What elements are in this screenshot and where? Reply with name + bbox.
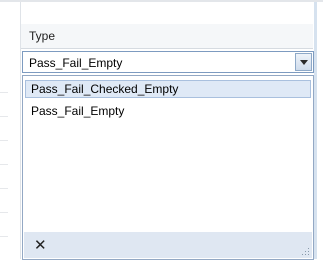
- resize-grip-icon[interactable]: [302, 248, 309, 255]
- dropdown-toggle-button[interactable]: [295, 53, 312, 71]
- combobox-value: Pass_Fail_Empty: [29, 56, 123, 70]
- dropdown-footer: ✕: [24, 232, 312, 258]
- dropdown-option[interactable]: Pass_Fail_Empty: [25, 102, 311, 120]
- column-header-type[interactable]: Type: [21, 24, 313, 49]
- chevron-down-icon: [300, 60, 308, 65]
- close-icon[interactable]: ✕: [34, 236, 47, 254]
- option-label: Pass_Fail_Empty: [31, 104, 125, 118]
- grid-top-border: [0, 0, 323, 2]
- option-label: Pass_Fail_Checked_Empty: [31, 82, 179, 96]
- dropdown-list: Pass_Fail_Checked_Empty Pass_Fail_Empty …: [22, 75, 314, 260]
- vertical-scrollbar[interactable]: [314, 2, 317, 259]
- dropdown-option[interactable]: Pass_Fail_Checked_Empty: [25, 80, 311, 98]
- type-combobox[interactable]: Pass_Fail_Empty: [22, 51, 314, 73]
- grid-row-lines: [0, 0, 20, 259]
- column-header-label: Type: [29, 29, 56, 43]
